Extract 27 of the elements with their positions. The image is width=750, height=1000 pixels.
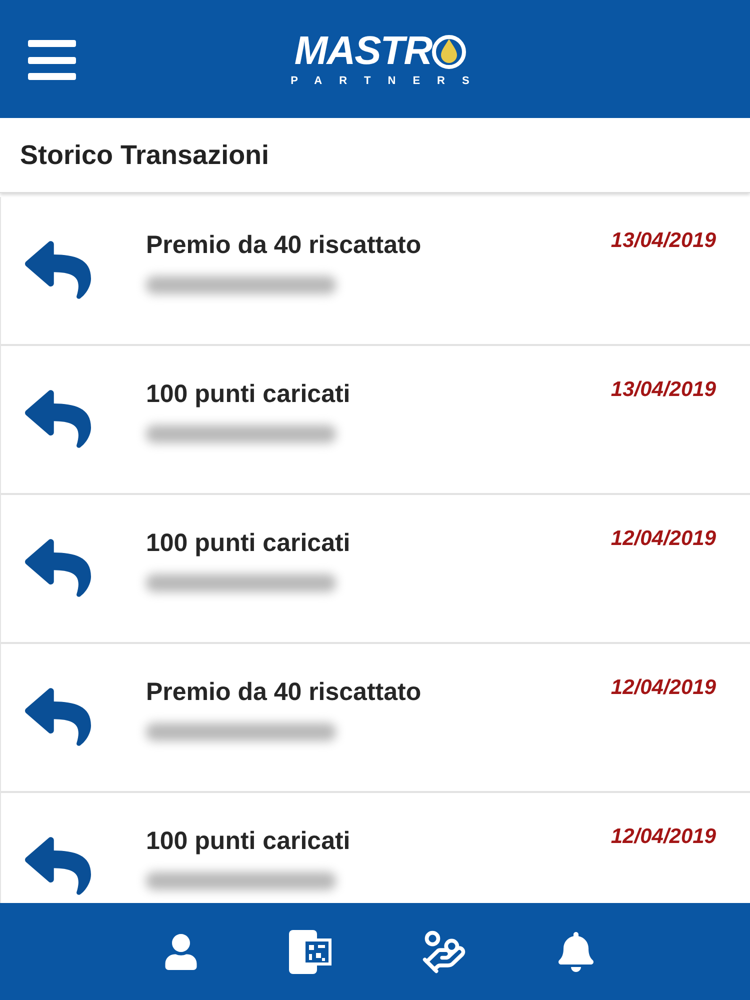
page-title: Storico Transazioni xyxy=(20,140,270,170)
drop-icon xyxy=(432,33,466,69)
rewards-button[interactable] xyxy=(420,928,466,974)
transaction-date: 13/04/2019 xyxy=(610,229,716,253)
menu-button[interactable] xyxy=(28,40,76,80)
hand-coins-icon xyxy=(420,928,466,974)
transaction-row[interactable]: 100 punti caricati 13/04/2019 xyxy=(1,346,750,495)
transaction-row[interactable]: 100 punti caricati 12/04/2019 xyxy=(1,495,750,644)
transaction-title: 100 punti caricati xyxy=(146,827,350,856)
transaction-title: Premio da 40 riscattato xyxy=(146,678,422,707)
bell-icon xyxy=(556,932,596,972)
scan-button[interactable] xyxy=(288,928,332,974)
transaction-row[interactable]: Premio da 40 riscattato 12/04/2019 xyxy=(1,644,750,793)
phone-qr-icon xyxy=(288,928,332,974)
logo-wordmark: MASTR xyxy=(294,31,432,71)
transaction-date: 13/04/2019 xyxy=(610,378,716,402)
transaction-date: 12/04/2019 xyxy=(610,676,716,700)
profile-button[interactable] xyxy=(162,934,198,970)
transaction-title: Premio da 40 riscattato xyxy=(146,231,422,260)
notifications-button[interactable] xyxy=(556,932,596,972)
transaction-row[interactable]: Premio da 40 riscattato 13/04/2019 xyxy=(1,197,750,346)
logo-tagline: PARTNERS xyxy=(290,75,486,87)
transaction-date: 12/04/2019 xyxy=(610,527,716,551)
user-icon xyxy=(162,934,198,970)
transaction-date: 12/04/2019 xyxy=(610,825,716,849)
transaction-title: 100 punti caricati xyxy=(146,380,350,409)
transaction-title: 100 punti caricati xyxy=(146,529,350,558)
